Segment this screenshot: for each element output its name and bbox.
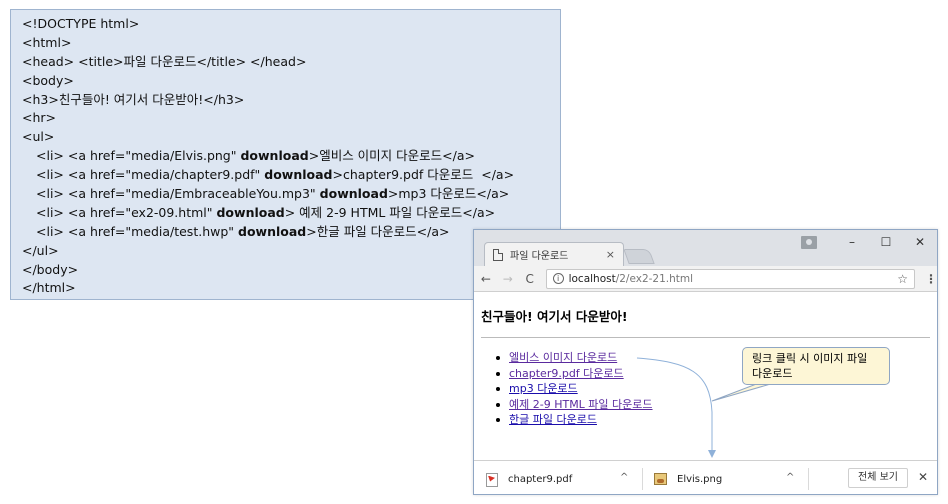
callout-note: 링크 클릭 시 이미지 파일 다운로드: [742, 347, 890, 385]
code-line-li: <li> <a href="media/EmbraceableYou.mp3" …: [22, 185, 560, 204]
new-tab-button[interactable]: [623, 249, 655, 264]
download-filename: chapter9.pdf: [508, 473, 573, 485]
chevron-up-icon[interactable]: ^: [620, 472, 628, 483]
code-line-li: <li> <a href="ex2-09.html" download> 예제 …: [22, 204, 560, 223]
code-keyword: download: [319, 186, 388, 202]
reload-icon[interactable]: C: [520, 272, 540, 286]
chevron-up-icon[interactable]: ^: [786, 472, 794, 483]
code-text: <li> <a href="ex2-09.html": [36, 204, 217, 220]
code-keyword: download: [240, 148, 309, 164]
download-shelf: chapter9.pdf ^ Elvis.png ^ 전체 보기 ✕: [474, 460, 937, 494]
show-all-button[interactable]: 전체 보기: [848, 468, 908, 488]
divider: [642, 468, 643, 490]
code-keyword: download: [216, 204, 285, 220]
code-text: >mp3 다운로드</a>: [387, 186, 510, 202]
close-shelf-icon[interactable]: ✕: [918, 470, 928, 484]
code-text: >엘비스 이미지 다운로드</a>: [308, 148, 475, 164]
arrow-head: [708, 450, 716, 458]
callout-tail: [711, 382, 775, 402]
code-text: <li> <a href="media/Elvis.png": [36, 148, 241, 164]
code-text: >chapter9.pdf 다운로드 </a>: [332, 167, 515, 183]
back-icon[interactable]: ←: [476, 272, 496, 286]
url-path: /2/ex2-21.html: [615, 272, 694, 285]
download-item-chapter9[interactable]: chapter9.pdf: [486, 461, 573, 494]
code-line-li: <li> <a href="media/Elvis.png" download>…: [22, 147, 560, 166]
document-icon: [493, 248, 503, 261]
tab-close-icon[interactable]: ×: [606, 248, 615, 261]
code-keyword: download: [238, 223, 307, 239]
code-line: <!DOCTYPE html>: [22, 16, 140, 31]
image-file-icon: [654, 473, 667, 485]
url-host: localhost: [568, 272, 616, 285]
arrow-line: [636, 357, 713, 452]
close-icon[interactable]: ✕: [903, 235, 937, 249]
page-viewport: 친구들아! 여기서 다운받아! 엘비스 이미지 다운로드 chapter9.pd…: [474, 292, 937, 460]
code-text: <li> <a href="media/chapter9.pdf": [36, 167, 265, 183]
download-item-elvis[interactable]: Elvis.png: [654, 461, 723, 494]
code-text: > 예제 2-9 HTML 파일 다운로드</a>: [284, 204, 496, 220]
info-icon[interactable]: i: [552, 273, 564, 284]
code-line: <html>: [22, 34, 72, 50]
code-text: <li> <a href="media/EmbraceableYou.mp3": [36, 186, 320, 202]
minimize-icon[interactable]: –: [835, 235, 869, 249]
menu-icon[interactable]: ⋮: [925, 272, 937, 286]
title-bar: 파일 다운로드 × – ☐ ✕: [474, 230, 937, 266]
divider: [808, 468, 809, 490]
code-keyword: download: [264, 167, 333, 183]
profile-icon[interactable]: [801, 235, 817, 249]
address-bar[interactable]: i localhost/2/ex2-21.html ☆: [545, 268, 916, 289]
code-line: <head> <title>파일 다운로드</title> </head>: [22, 53, 307, 69]
code-line: <h3>친구들아! 여기서 다운받아!</h3>: [22, 91, 245, 107]
tab-title: 파일 다운로드: [510, 251, 569, 262]
bookmark-star-icon[interactable]: ☆: [897, 272, 908, 286]
code-line: <ul>: [22, 129, 55, 145]
window-controls: – ☐ ✕: [801, 230, 937, 254]
browser-toolbar: ← → C i localhost/2/ex2-21.html ☆ ⋮: [474, 266, 937, 292]
pdf-file-icon: [486, 472, 498, 487]
code-text: <li> <a href="media/test.hwp": [36, 223, 239, 239]
download-filename: Elvis.png: [677, 473, 723, 485]
code-line: <hr>: [22, 110, 57, 126]
code-line-li: <li> <a href="media/chapter9.pdf" downlo…: [22, 166, 560, 185]
code-text: >한글 파일 다운로드</a>: [306, 223, 450, 239]
maximize-icon[interactable]: ☐: [869, 235, 903, 249]
browser-window: 파일 다운로드 × – ☐ ✕ ← → C i localhost/2/ex2-…: [473, 229, 938, 495]
tab-file-download[interactable]: 파일 다운로드 ×: [484, 242, 624, 266]
code-line: <body>: [22, 72, 74, 88]
forward-icon[interactable]: →: [498, 272, 518, 286]
